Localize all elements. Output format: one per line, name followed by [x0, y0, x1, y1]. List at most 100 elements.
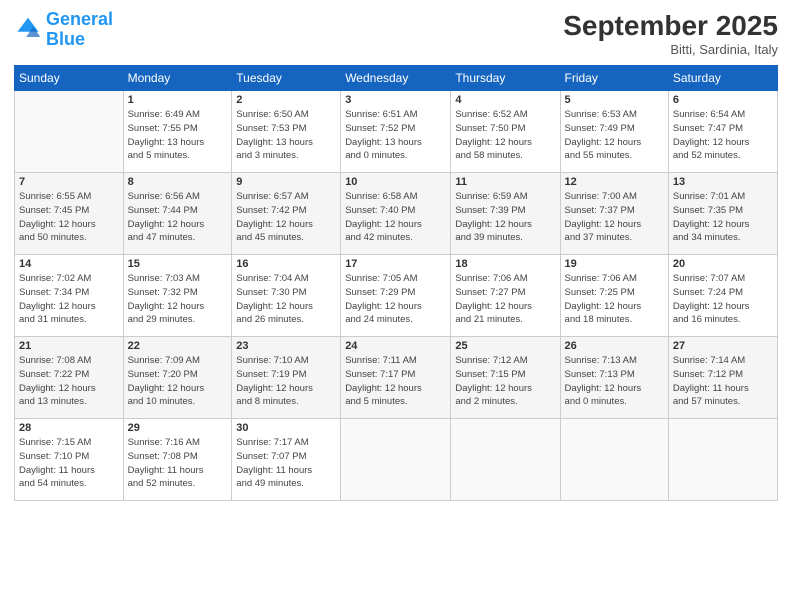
calendar-day-cell: 2Sunrise: 6:50 AM Sunset: 7:53 PM Daylig… [232, 91, 341, 173]
day-info: Sunrise: 6:57 AM Sunset: 7:42 PM Dayligh… [236, 190, 336, 245]
calendar-day-cell: 7 Sunrise: 6:55 AM Sunset: 7:45 PM Daylig… [15, 173, 124, 255]
day-info: Sunrise: 6:55 AM Sunset: 7:45 PM Dayligh… [19, 190, 119, 245]
calendar-day-cell: 20 Sunrise: 7:07 AM Sunset: 7:24 PM Dayli… [668, 255, 777, 337]
day-info: Sunrise: 7:17 AM Sunset: 7:07 PM Dayligh… [236, 436, 336, 491]
day-info: Sunrise: 6:49 AM Sunset: 7:55 PM Dayligh… [128, 108, 228, 163]
day-number: 13 [673, 176, 773, 188]
day-info: Sunrise: 6:51 AM Sunset: 7:52 PM Dayligh… [345, 108, 446, 163]
month-title: September 2025 [563, 10, 778, 42]
day-number: 6 [673, 94, 773, 106]
calendar-day-cell: 16 Sunrise: 7:04 AM Sunset: 7:30 PM Dayli… [232, 255, 341, 337]
calendar-day-cell [341, 419, 451, 501]
calendar-day-header: Monday [123, 66, 232, 91]
day-number: 21 [19, 340, 119, 352]
day-info: Sunrise: 7:11 AM Sunset: 7:17 PM Dayligh… [345, 354, 446, 409]
day-number: 12 [565, 176, 664, 188]
calendar-day-cell: 1Sunrise: 6:49 AM Sunset: 7:55 PM Daylig… [123, 91, 232, 173]
calendar-day-cell: 22 Sunrise: 7:09 AM Sunset: 7:20 PM Dayli… [123, 337, 232, 419]
page: General Blue September 2025 Bitti, Sardi… [0, 0, 792, 612]
calendar-day-cell: 24Sunrise: 7:11 AM Sunset: 7:17 PM Dayli… [341, 337, 451, 419]
day-number: 29 [128, 422, 228, 434]
calendar-day-cell [560, 419, 668, 501]
day-number: 19 [565, 258, 664, 270]
day-info: Sunrise: 6:54 AM Sunset: 7:47 PM Dayligh… [673, 108, 773, 163]
calendar-day-cell: 23 Sunrise: 7:10 AM Sunset: 7:19 PM Dayli… [232, 337, 341, 419]
location-subtitle: Bitti, Sardinia, Italy [563, 42, 778, 57]
day-number: 7 [19, 176, 119, 188]
calendar-day-header: Saturday [668, 66, 777, 91]
day-info: Sunrise: 7:07 AM Sunset: 7:24 PM Dayligh… [673, 272, 773, 327]
day-number: 15 [128, 258, 228, 270]
calendar-day-cell: 15 Sunrise: 7:03 AM Sunset: 7:32 PM Dayli… [123, 255, 232, 337]
calendar-day-cell: 19 Sunrise: 7:06 AM Sunset: 7:25 PM Dayli… [560, 255, 668, 337]
day-number: 11 [455, 176, 555, 188]
day-info: Sunrise: 7:12 AM Sunset: 7:15 PM Dayligh… [455, 354, 555, 409]
day-info: Sunrise: 7:16 AM Sunset: 7:08 PM Dayligh… [128, 436, 228, 491]
calendar-header-row: SundayMondayTuesdayWednesdayThursdayFrid… [15, 66, 778, 91]
calendar-day-cell: 30 Sunrise: 7:17 AM Sunset: 7:07 PM Dayli… [232, 419, 341, 501]
day-number: 9 [236, 176, 336, 188]
day-info: Sunrise: 7:02 AM Sunset: 7:34 PM Dayligh… [19, 272, 119, 327]
day-number: 28 [19, 422, 119, 434]
day-number: 16 [236, 258, 336, 270]
calendar-day-cell: 29 Sunrise: 7:16 AM Sunset: 7:08 PM Dayli… [123, 419, 232, 501]
logo-text: General Blue [46, 10, 113, 50]
day-number: 18 [455, 258, 555, 270]
day-info: Sunrise: 7:06 AM Sunset: 7:25 PM Dayligh… [565, 272, 664, 327]
calendar-day-cell: 26Sunrise: 7:13 AM Sunset: 7:13 PM Dayli… [560, 337, 668, 419]
day-info: Sunrise: 6:58 AM Sunset: 7:40 PM Dayligh… [345, 190, 446, 245]
day-info: Sunrise: 7:08 AM Sunset: 7:22 PM Dayligh… [19, 354, 119, 409]
day-number: 14 [19, 258, 119, 270]
day-info: Sunrise: 7:15 AM Sunset: 7:10 PM Dayligh… [19, 436, 119, 491]
calendar-day-cell [15, 91, 124, 173]
day-number: 4 [455, 94, 555, 106]
calendar-day-header: Sunday [15, 66, 124, 91]
calendar-week-row: 1Sunrise: 6:49 AM Sunset: 7:55 PM Daylig… [15, 91, 778, 173]
day-info: Sunrise: 7:04 AM Sunset: 7:30 PM Dayligh… [236, 272, 336, 327]
calendar-day-header: Tuesday [232, 66, 341, 91]
calendar-day-cell: 5 Sunrise: 6:53 AM Sunset: 7:49 PM Daylig… [560, 91, 668, 173]
calendar-week-row: 7 Sunrise: 6:55 AM Sunset: 7:45 PM Daylig… [15, 173, 778, 255]
day-number: 5 [565, 94, 664, 106]
calendar-day-cell: 10Sunrise: 6:58 AM Sunset: 7:40 PM Dayli… [341, 173, 451, 255]
day-info: Sunrise: 7:14 AM Sunset: 7:12 PM Dayligh… [673, 354, 773, 409]
day-number: 27 [673, 340, 773, 352]
day-number: 23 [236, 340, 336, 352]
day-info: Sunrise: 7:06 AM Sunset: 7:27 PM Dayligh… [455, 272, 555, 327]
logo-icon [14, 16, 42, 44]
day-info: Sunrise: 6:53 AM Sunset: 7:49 PM Dayligh… [565, 108, 664, 163]
day-info: Sunrise: 6:59 AM Sunset: 7:39 PM Dayligh… [455, 190, 555, 245]
title-block: September 2025 Bitti, Sardinia, Italy [563, 10, 778, 57]
calendar-day-cell: 13 Sunrise: 7:01 AM Sunset: 7:35 PM Dayli… [668, 173, 777, 255]
day-info: Sunrise: 7:09 AM Sunset: 7:20 PM Dayligh… [128, 354, 228, 409]
day-number: 17 [345, 258, 446, 270]
calendar-day-cell: 6 Sunrise: 6:54 AM Sunset: 7:47 PM Daylig… [668, 91, 777, 173]
calendar-body: 1Sunrise: 6:49 AM Sunset: 7:55 PM Daylig… [15, 91, 778, 501]
day-number: 20 [673, 258, 773, 270]
header: General Blue September 2025 Bitti, Sardi… [14, 10, 778, 57]
calendar-day-cell: 3 Sunrise: 6:51 AM Sunset: 7:52 PM Daylig… [341, 91, 451, 173]
day-number: 25 [455, 340, 555, 352]
day-number: 30 [236, 422, 336, 434]
day-number: 2 [236, 94, 336, 106]
calendar-day-cell: 18 Sunrise: 7:06 AM Sunset: 7:27 PM Dayli… [451, 255, 560, 337]
day-number: 8 [128, 176, 228, 188]
day-info: Sunrise: 7:01 AM Sunset: 7:35 PM Dayligh… [673, 190, 773, 245]
calendar-table: SundayMondayTuesdayWednesdayThursdayFrid… [14, 65, 778, 501]
calendar-day-header: Wednesday [341, 66, 451, 91]
calendar-day-cell: 4Sunrise: 6:52 AM Sunset: 7:50 PM Daylig… [451, 91, 560, 173]
day-number: 26 [565, 340, 664, 352]
calendar-day-cell: 21 Sunrise: 7:08 AM Sunset: 7:22 PM Dayli… [15, 337, 124, 419]
day-info: Sunrise: 7:05 AM Sunset: 7:29 PM Dayligh… [345, 272, 446, 327]
calendar-day-cell: 27 Sunrise: 7:14 AM Sunset: 7:12 PM Dayli… [668, 337, 777, 419]
calendar-day-header: Thursday [451, 66, 560, 91]
calendar-day-cell [451, 419, 560, 501]
calendar-day-cell: 25 Sunrise: 7:12 AM Sunset: 7:15 PM Dayli… [451, 337, 560, 419]
calendar-week-row: 21 Sunrise: 7:08 AM Sunset: 7:22 PM Dayli… [15, 337, 778, 419]
day-number: 3 [345, 94, 446, 106]
day-info: Sunrise: 7:03 AM Sunset: 7:32 PM Dayligh… [128, 272, 228, 327]
day-info: Sunrise: 7:10 AM Sunset: 7:19 PM Dayligh… [236, 354, 336, 409]
calendar-day-cell: 17 Sunrise: 7:05 AM Sunset: 7:29 PM Dayli… [341, 255, 451, 337]
logo: General Blue [14, 10, 113, 50]
day-number: 22 [128, 340, 228, 352]
